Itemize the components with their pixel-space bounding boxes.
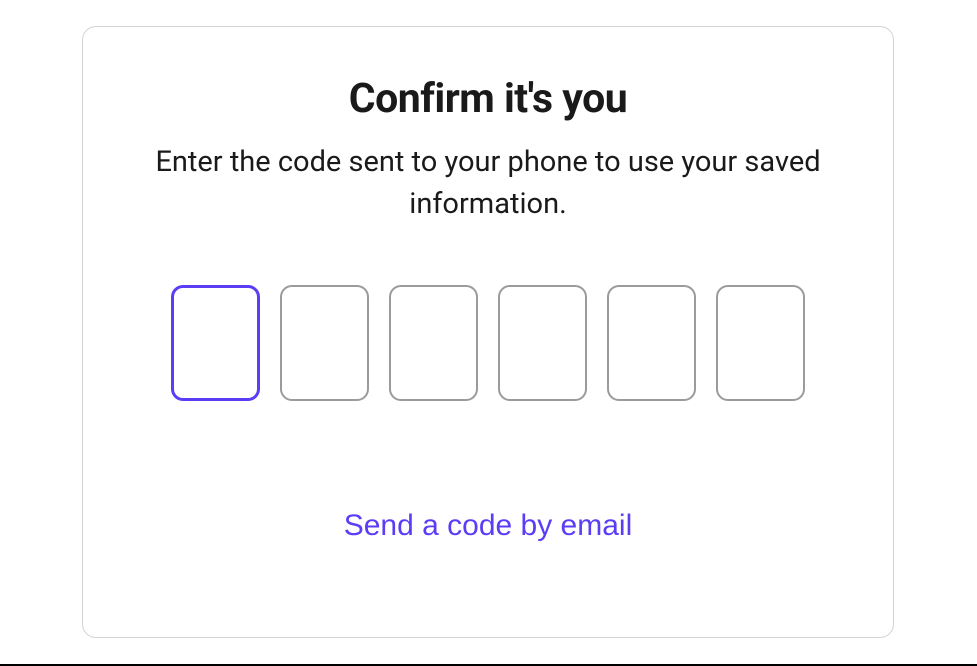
code-digit-6[interactable] — [716, 285, 805, 401]
dialog-title: Confirm it's you — [349, 75, 627, 123]
code-input-row — [171, 285, 805, 401]
code-digit-3[interactable] — [389, 285, 478, 401]
code-digit-1[interactable] — [171, 285, 260, 401]
code-digit-2[interactable] — [280, 285, 369, 401]
dialog-subtitle: Enter the code sent to your phone to use… — [143, 141, 833, 225]
code-digit-5[interactable] — [607, 285, 696, 401]
send-code-by-email-link[interactable]: Send a code by email — [344, 509, 633, 543]
verification-card: Confirm it's you Enter the code sent to … — [82, 26, 894, 638]
code-digit-4[interactable] — [498, 285, 587, 401]
